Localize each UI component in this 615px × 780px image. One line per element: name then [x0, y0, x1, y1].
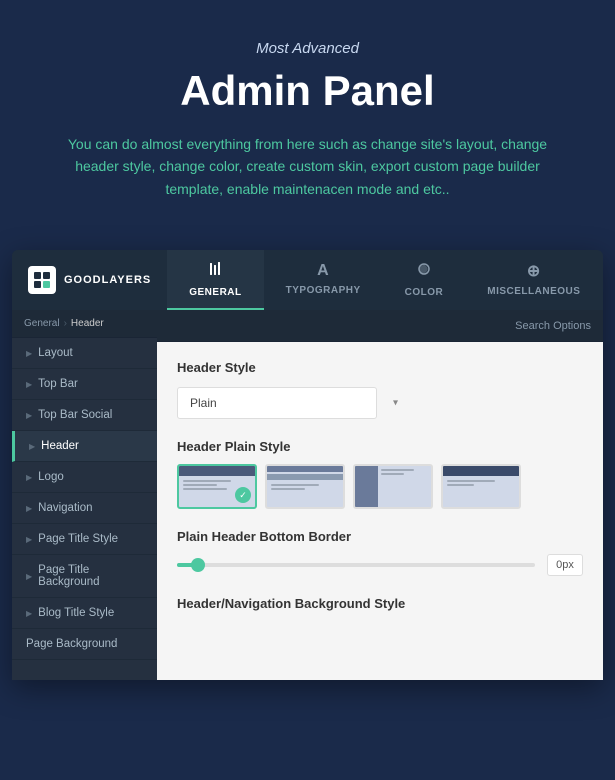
arrow-icon: ▶	[26, 349, 32, 358]
tab-color-label: COLOR	[405, 287, 444, 298]
arrow-icon: ▶	[26, 572, 32, 581]
search-options-label: Search Options	[515, 320, 591, 332]
sidebar-label-blog-title-style: Blog Title Style	[38, 607, 114, 619]
sidebar-item-layout[interactable]: ▶ Layout	[12, 338, 157, 369]
sidebar-item-navigation[interactable]: ▶ Navigation	[12, 493, 157, 524]
sidebar-label-header: Header	[41, 440, 79, 452]
thumb-lines	[267, 480, 343, 494]
sidebar-item-topbar-social[interactable]: ▶ Top Bar Social	[12, 400, 157, 431]
arrow-icon: ▶	[26, 609, 32, 618]
thumb-line	[271, 488, 305, 490]
slider-track[interactable]	[177, 563, 535, 567]
sidebar-item-topbar[interactable]: ▶ Top Bar	[12, 369, 157, 400]
search-bar: Search Options	[157, 310, 603, 342]
arrow-icon: ▶	[26, 504, 32, 513]
sidebar-item-page-title-background[interactable]: ▶ Page Title Background	[12, 555, 157, 598]
typography-icon: A	[317, 262, 329, 280]
plain-header-border-label: Plain Header Bottom Border	[177, 529, 583, 544]
header-plain-style-label: Header Plain Style	[177, 439, 583, 454]
sidebar-label-layout: Layout	[38, 347, 73, 359]
slider-value: 0px	[547, 554, 583, 576]
sidebar-item-page-background[interactable]: Page Background	[12, 629, 157, 660]
thumb-line	[381, 469, 414, 471]
breadcrumb-separator: ›	[64, 318, 67, 329]
misc-icon: ⊕	[527, 261, 541, 281]
logo-icon	[28, 266, 56, 294]
sidebar-label-logo: Logo	[38, 471, 64, 483]
header-style-select[interactable]: Plain Plain Center Boxed Transparent Sid…	[177, 387, 377, 419]
nav-bg-style-label: Header/Navigation Background Style	[177, 596, 583, 611]
thumb-line	[381, 473, 405, 475]
hero-subtitle: Most Advanced	[20, 40, 595, 57]
admin-panel: GOODLAYERS GENERAL A TYPOGRAPHY	[12, 250, 603, 680]
thumb-lines	[443, 476, 519, 490]
thumb-line	[271, 484, 319, 486]
thumb-style-1[interactable]: ✓	[177, 464, 257, 509]
thumb-line	[447, 484, 474, 486]
color-icon	[416, 261, 432, 282]
thumb-style-3[interactable]	[353, 464, 433, 509]
arrow-icon: ▶	[29, 442, 35, 451]
hero-section: Most Advanced Admin Panel You can do alm…	[0, 0, 615, 230]
hero-title: Admin Panel	[20, 67, 595, 115]
thumb-style-4[interactable]	[441, 464, 521, 509]
tab-color[interactable]: COLOR	[383, 250, 466, 310]
sidebar-item-page-title-style[interactable]: ▶ Page Title Style	[12, 524, 157, 555]
sidebar-item-blog-title-style[interactable]: ▶ Blog Title Style	[12, 598, 157, 629]
selected-checkmark: ✓	[235, 487, 251, 503]
logo-text: GOODLAYERS	[64, 274, 151, 286]
breadcrumb-parent: General	[24, 318, 60, 329]
arrow-icon: ▶	[26, 473, 32, 482]
arrow-icon: ▶	[26, 380, 32, 389]
border-slider-row: 0px	[177, 554, 583, 576]
slider-thumb[interactable]	[191, 558, 205, 572]
general-icon	[207, 261, 223, 282]
hero-description: You can do almost everything from here s…	[58, 133, 558, 200]
thumb-line	[183, 480, 231, 482]
thumb-line	[183, 488, 227, 490]
breadcrumb-current: Header	[71, 318, 104, 329]
admin-sidebar: General › Header ▶ Layout ▶ Top Bar ▶ To…	[12, 310, 157, 680]
sidebar-label-page-title-background: Page Title Background	[38, 564, 145, 588]
sidebar-label-navigation: Navigation	[38, 502, 92, 514]
tab-miscellaneous[interactable]: ⊕ MISCELLANEOUS	[465, 250, 602, 310]
header-style-dropdown-wrap: Plain Plain Center Boxed Transparent Sid…	[177, 387, 583, 419]
tab-general-label: GENERAL	[189, 287, 241, 298]
admin-content-area: Header Style Plain Plain Center Boxed Tr…	[157, 342, 603, 680]
sidebar-label-topbar-social: Top Bar Social	[38, 409, 112, 421]
thumb-header-bar	[179, 466, 255, 476]
sidebar-item-header[interactable]: ▶ Header	[12, 431, 157, 462]
arrow-icon: ▶	[26, 535, 32, 544]
admin-topbar: GOODLAYERS GENERAL A TYPOGRAPHY	[12, 250, 603, 310]
header-style-thumbnails: ✓	[177, 464, 583, 509]
admin-tabs: GENERAL A TYPOGRAPHY COLOR ⊕ MI	[167, 250, 603, 310]
tab-typography-label: TYPOGRAPHY	[286, 285, 361, 296]
arrow-icon: ▶	[26, 411, 32, 420]
tab-misc-label: MISCELLANEOUS	[487, 286, 580, 297]
sidebar-label-page-title-style: Page Title Style	[38, 533, 118, 545]
tab-typography[interactable]: A TYPOGRAPHY	[264, 250, 383, 310]
sidebar-item-logo[interactable]: ▶ Logo	[12, 462, 157, 493]
header-style-label: Header Style	[177, 360, 583, 375]
sidebar-label-topbar: Top Bar	[38, 378, 78, 390]
tab-general[interactable]: GENERAL	[167, 250, 263, 310]
thumb-line	[183, 484, 217, 486]
thumb-style-2[interactable]	[265, 464, 345, 509]
admin-logo: GOODLAYERS	[12, 250, 167, 310]
admin-body: General › Header ▶ Layout ▶ Top Bar ▶ To…	[12, 310, 603, 680]
breadcrumb: General › Header	[12, 310, 157, 338]
dropdown-arrow-icon: ▾	[393, 398, 398, 409]
thumb-line	[447, 480, 495, 482]
sidebar-label-page-background: Page Background	[26, 638, 117, 650]
